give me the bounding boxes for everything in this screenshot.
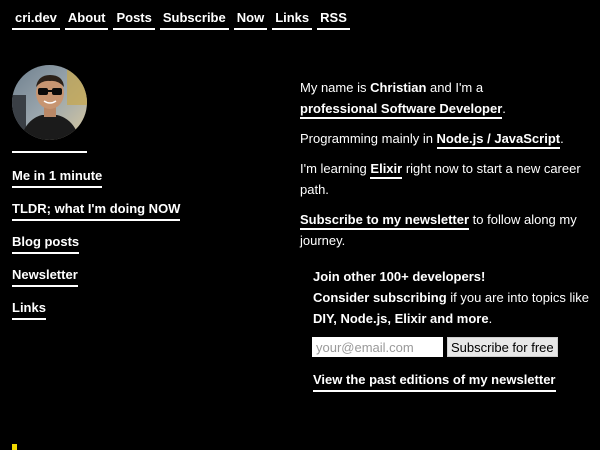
nav-home-link[interactable]: cri.dev bbox=[12, 9, 60, 30]
newsletter-headline: Join other 100+ developers! bbox=[313, 266, 593, 287]
nav-posts-link[interactable]: Posts bbox=[113, 9, 155, 30]
nav-links-link[interactable]: Links bbox=[272, 9, 313, 30]
elixir-link[interactable]: Elixir bbox=[370, 161, 403, 179]
corner-accent-mark bbox=[12, 444, 17, 450]
intro-text: I'm learning bbox=[300, 161, 371, 176]
intro-text: and I'm a bbox=[426, 80, 484, 95]
intro-text: Programming mainly in bbox=[300, 131, 437, 146]
author-name: Christian bbox=[370, 80, 427, 95]
past-editions: View the past editions of my newsletter bbox=[313, 371, 556, 392]
avatar-divider bbox=[12, 151, 87, 153]
newsletter-headline-text: Join other 100+ developers! bbox=[313, 269, 486, 284]
nav-subscribe-link[interactable]: Subscribe bbox=[159, 9, 229, 30]
top-nav: cri.dev About Posts Subscribe Now Links … bbox=[12, 9, 350, 30]
intro-paragraph-1: My name is Christian and I'm a professio… bbox=[300, 77, 590, 119]
past-editions-link[interactable]: View the past editions of my newsletter bbox=[313, 371, 556, 392]
pitch-text: if you are into topics like bbox=[446, 290, 589, 305]
nav-rss-link[interactable]: RSS bbox=[317, 9, 350, 30]
intro-paragraph-2: Programming mainly in Node.js / JavaScri… bbox=[300, 128, 590, 149]
intro-text: My name is bbox=[300, 80, 371, 95]
role-link[interactable]: professional Software Developer bbox=[300, 101, 503, 119]
consider-subscribing-text: Consider subscribing bbox=[313, 290, 447, 305]
intro-paragraph-3: I'm learning Elixir right now to start a… bbox=[300, 158, 590, 200]
sidebar-item-me-in-1-minute[interactable]: Me in 1 minute bbox=[12, 168, 103, 188]
subscribe-button[interactable]: Subscribe for free bbox=[447, 337, 558, 357]
sidebar-item-links[interactable]: Links bbox=[12, 300, 46, 320]
page: cri.dev About Posts Subscribe Now Links … bbox=[0, 0, 600, 450]
topics-text: DIY, Node.js, Elixir and more bbox=[313, 311, 489, 326]
sidebar-nav: Me in 1 minute TLDR; what I'm doing NOW … bbox=[12, 168, 181, 333]
email-input[interactable] bbox=[312, 337, 443, 357]
newsletter-section: Join other 100+ developers! Consider sub… bbox=[313, 266, 593, 329]
sidebar-item-now[interactable]: TLDR; what I'm doing NOW bbox=[12, 201, 181, 221]
sidebar-item-blog-posts[interactable]: Blog posts bbox=[12, 234, 80, 254]
pitch-text: . bbox=[488, 311, 493, 326]
nav-now-link[interactable]: Now bbox=[233, 9, 268, 30]
intro-paragraph-4: Subscribe to my newsletter to follow alo… bbox=[300, 209, 590, 251]
avatar[interactable] bbox=[12, 65, 87, 140]
intro-section: My name is Christian and I'm a professio… bbox=[300, 77, 590, 260]
nav-about-link[interactable]: About bbox=[64, 9, 109, 30]
intro-text: . bbox=[560, 131, 564, 146]
subscribe-newsletter-link[interactable]: Subscribe to my newsletter bbox=[300, 212, 470, 230]
avatar-photo-icon bbox=[12, 65, 87, 140]
intro-text: . bbox=[502, 101, 506, 116]
language-link[interactable]: Node.js / JavaScript bbox=[436, 131, 561, 149]
newsletter-form: Subscribe for free bbox=[312, 337, 558, 357]
newsletter-pitch: Consider subscribing if you are into top… bbox=[313, 287, 593, 329]
sidebar-item-newsletter[interactable]: Newsletter bbox=[12, 267, 78, 287]
